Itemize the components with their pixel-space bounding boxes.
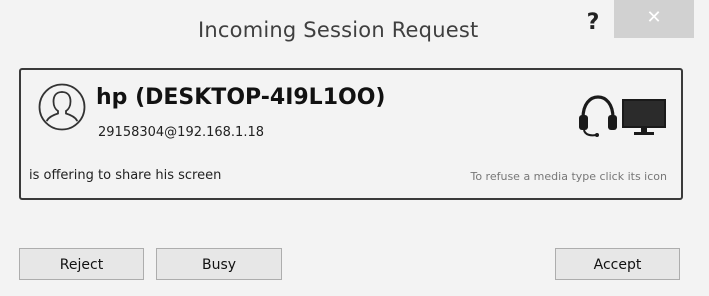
caller-panel: hp (DESKTOP-4I9L1OO) 29158304@192.168.1.… bbox=[19, 68, 683, 200]
accept-button[interactable]: Accept bbox=[555, 248, 680, 280]
user-avatar-icon bbox=[38, 83, 86, 131]
headset-icon[interactable] bbox=[577, 92, 619, 138]
busy-button[interactable]: Busy bbox=[156, 248, 282, 280]
monitor-icon[interactable] bbox=[621, 98, 667, 136]
help-button[interactable]: ? bbox=[580, 8, 606, 38]
dialog-title: Incoming Session Request bbox=[198, 18, 479, 42]
reject-button[interactable]: Reject bbox=[19, 248, 144, 280]
refuse-hint: To refuse a media type click its icon bbox=[470, 170, 667, 183]
title-bar: Incoming Session Request ? ✕ bbox=[0, 0, 709, 50]
offer-message: is offering to share his screen bbox=[29, 168, 222, 183]
caller-name: hp (DESKTOP-4I9L1OO) bbox=[96, 85, 386, 110]
caller-address: 29158304@192.168.1.18 bbox=[98, 125, 265, 140]
close-button[interactable]: ✕ bbox=[614, 0, 694, 38]
